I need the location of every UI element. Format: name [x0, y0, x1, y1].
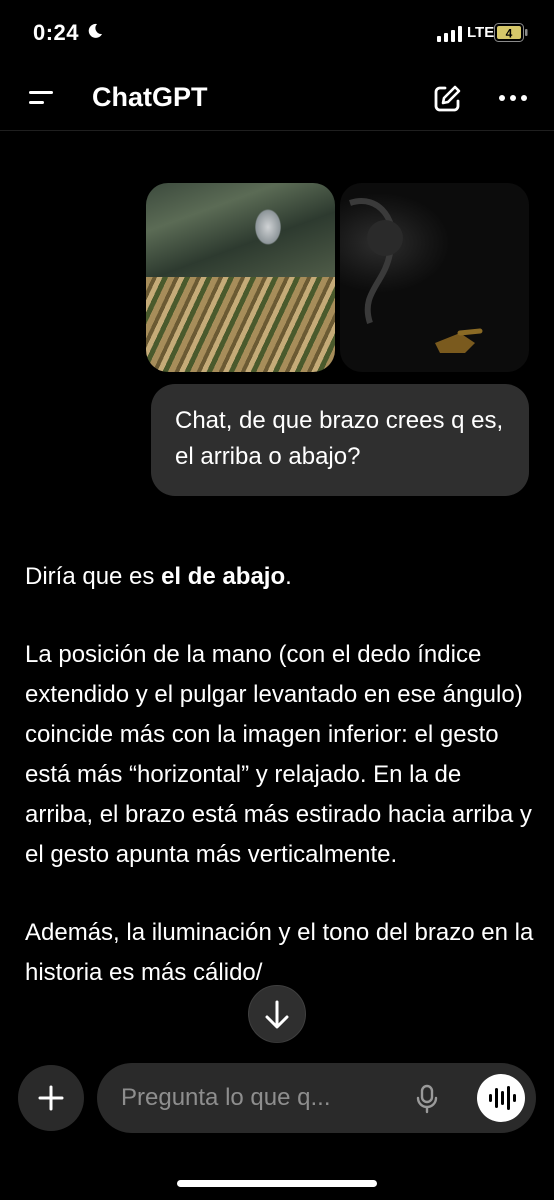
- battery-level: 4: [506, 27, 513, 41]
- reply-paragraph-2: La posición de la mano (con el dedo índi…: [25, 641, 532, 868]
- moon-icon: [88, 23, 102, 38]
- compose-icon[interactable]: [431, 83, 463, 115]
- page-title: ChatGPT: [92, 82, 208, 112]
- user-message-bubble: Chat, de que brazo crees q es, el arriba…: [151, 384, 529, 496]
- reply-paragraph-3: Además, la iluminación y el tono del bra…: [25, 919, 534, 986]
- home-indicator: [177, 1180, 377, 1187]
- network-label: LTE: [467, 24, 495, 41]
- top-app-bar: ChatGPT: [0, 66, 554, 131]
- user-message-text: Chat, de que brazo crees q es, el arriba…: [175, 407, 504, 470]
- attached-image-2[interactable]: [340, 183, 529, 372]
- voice-mode-button[interactable]: [477, 1074, 525, 1122]
- mic-icon[interactable]: [415, 1084, 439, 1114]
- attached-image-1[interactable]: [146, 183, 335, 372]
- add-attachment-button[interactable]: [18, 1065, 84, 1131]
- status-bar: 0:24 LTE 4: [0, 0, 554, 66]
- reply-bold-text: el de abajo: [161, 563, 286, 590]
- plus-icon: [38, 1085, 64, 1111]
- scroll-to-bottom-button[interactable]: [248, 985, 306, 1043]
- image-pointing-hand: [146, 277, 335, 372]
- assistant-message: Diría que es el de abajo. La posición de…: [25, 557, 535, 993]
- status-time: 0:24: [33, 20, 80, 45]
- more-icon[interactable]: [497, 86, 529, 110]
- arrow-down-icon: [265, 1000, 289, 1029]
- reply-text: Diría que es: [25, 563, 162, 590]
- voice-mode-icon: [489, 1086, 516, 1110]
- input-placeholder: Pregunta lo que q...: [121, 1084, 331, 1111]
- reply-paragraph-1: Diría que es el de abajo.: [25, 557, 535, 597]
- battery-icon: 4: [494, 23, 528, 42]
- menu-icon[interactable]: [26, 86, 56, 110]
- image-dark-scene: [349, 198, 483, 353]
- reply-text: .: [285, 563, 292, 590]
- message-input[interactable]: Pregunta lo que q...: [97, 1063, 536, 1133]
- image-statue-arm: [146, 183, 335, 277]
- signal-icon: [437, 26, 462, 42]
